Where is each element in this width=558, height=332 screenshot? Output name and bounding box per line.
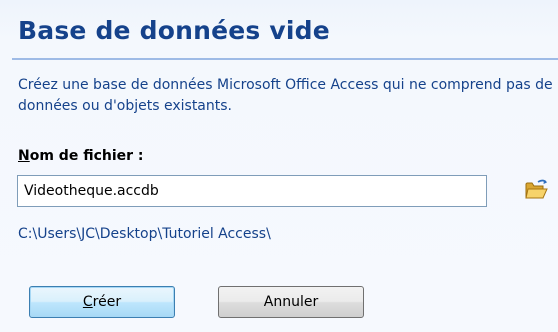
- panel-description: Créez une base de données Microsoft Offi…: [18, 77, 553, 114]
- filename-label-mnemonic: N: [18, 148, 30, 164]
- browse-folder-button[interactable]: [524, 178, 550, 202]
- save-location-path: C:\Users\JC\Desktop\Tutoriel Access\: [18, 226, 271, 242]
- new-database-panel: Base de données vide Créez une base de d…: [0, 0, 558, 332]
- filename-label: Nom de fichier :: [18, 148, 144, 164]
- open-folder-icon: [525, 179, 548, 199]
- filename-input[interactable]: [17, 175, 487, 207]
- create-button-mnemonic: C: [82, 294, 93, 310]
- create-button-label: réer: [92, 294, 122, 310]
- panel-title: Base de données vide: [18, 16, 330, 45]
- title-divider: [12, 58, 558, 60]
- cancel-button[interactable]: Annuler: [218, 286, 364, 318]
- filename-label-text: om de fichier :: [29, 148, 144, 164]
- create-button[interactable]: Créer: [29, 286, 175, 318]
